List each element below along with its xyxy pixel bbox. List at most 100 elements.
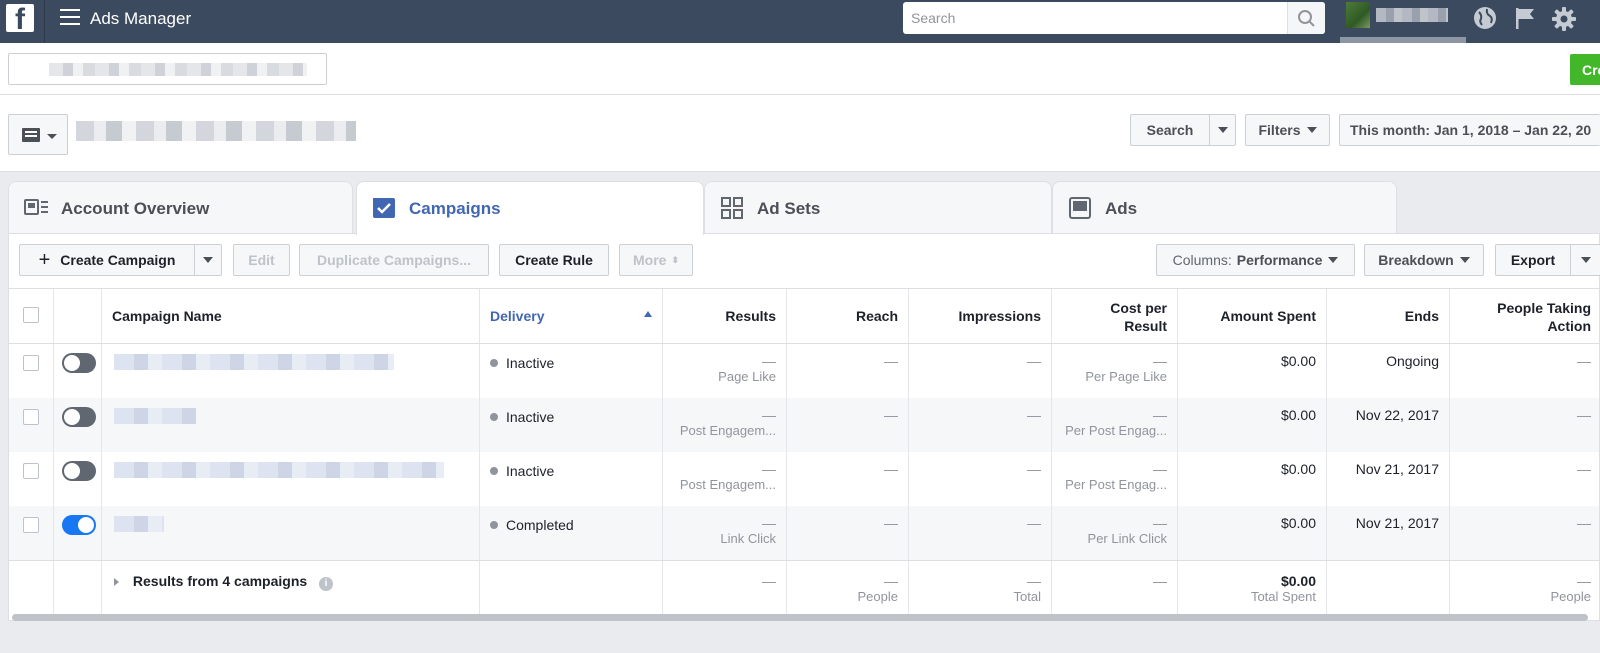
row-checkbox-cell: [9, 452, 54, 506]
create-campaign-button[interactable]: + Create Campaign: [19, 244, 195, 276]
flag-icon[interactable]: [1513, 6, 1537, 30]
campaign-toggle[interactable]: [62, 407, 96, 427]
horizontal-scrollbar[interactable]: [8, 612, 1598, 622]
status-dot: [490, 413, 498, 421]
export-dropdown[interactable]: [1570, 244, 1600, 276]
row-checkbox[interactable]: [23, 355, 39, 371]
status-dot: [490, 467, 498, 475]
date-range-picker[interactable]: This month: Jan 1, 2018 – Jan 22, 20: [1339, 114, 1600, 146]
account-bar: Cre: [0, 43, 1600, 95]
view-title-redacted: [76, 121, 356, 141]
row-checkbox-cell: [9, 344, 54, 398]
search-filter-button[interactable]: Search: [1130, 114, 1210, 146]
reach-cell: —: [787, 506, 909, 560]
search-dropdown-button[interactable]: [1209, 114, 1236, 146]
topbar-divider: [44, 0, 45, 43]
duplicate-campaigns-button[interactable]: Duplicate Campaigns...: [299, 244, 489, 276]
globe-icon[interactable]: [1473, 6, 1497, 30]
cost-per-result-cell: — Per Post Engag...: [1052, 398, 1178, 452]
table-row[interactable]: Completed — Link Click — — — Per Link Click $0.…: [9, 506, 1599, 560]
campaign-toggle[interactable]: [62, 353, 96, 373]
edit-button[interactable]: Edit: [233, 244, 290, 276]
table-row[interactable]: Inactive — Post Engagem... — — — Per Post Enga…: [9, 452, 1599, 506]
header-cost-per-result[interactable]: Cost per Result: [1052, 289, 1178, 343]
account-selector[interactable]: [8, 53, 327, 85]
ends-cell: Nov 21, 2017: [1327, 506, 1450, 560]
tab-account-overview-label: Account Overview: [61, 199, 210, 218]
campaign-name-redacted[interactable]: [114, 462, 444, 478]
campaign-name-cell[interactable]: [102, 344, 480, 398]
impressions-cell: —: [909, 452, 1052, 506]
status-dot: [490, 359, 498, 367]
delivery-cell: Completed: [480, 506, 663, 560]
row-checkbox[interactable]: [23, 409, 39, 425]
results-cell: — Link Click: [663, 506, 787, 560]
chevron-down-icon: [203, 257, 213, 263]
campaign-name-cell[interactable]: [102, 506, 480, 560]
table-toolbar: + Create Campaign Edit Duplicate Campaign…: [9, 234, 1600, 288]
row-toggle-cell: [54, 452, 102, 506]
export-button[interactable]: Export: [1495, 244, 1571, 276]
facebook-logo-icon[interactable]: f: [6, 4, 34, 32]
columns-button[interactable]: Columns: Performance: [1156, 244, 1355, 276]
table-header: Campaign Name Delivery Results Reach Imp…: [9, 289, 1599, 344]
info-icon[interactable]: i: [319, 577, 334, 591]
tab-account-overview[interactable]: Account Overview: [8, 181, 353, 234]
campaign-name-redacted[interactable]: [114, 516, 164, 532]
header-toggle-cell: [54, 289, 102, 343]
avatar[interactable]: [1346, 2, 1370, 28]
tab-campaigns-label: Campaigns: [409, 199, 501, 218]
impressions-cell: —: [909, 344, 1052, 398]
cost-per-result-cell: — Per Page Like: [1052, 344, 1178, 398]
tab-ad-sets[interactable]: Ad Sets: [704, 181, 1052, 234]
header-results[interactable]: Results: [663, 289, 787, 343]
results-summary-label: Results from 4 campaigns: [132, 573, 308, 589]
expand-arrow-icon[interactable]: [114, 578, 119, 586]
row-toggle-cell: [54, 398, 102, 452]
create-button[interactable]: Cre: [1570, 54, 1600, 85]
results-cell: — Page Like: [663, 344, 787, 398]
ends-cell: Nov 22, 2017: [1327, 398, 1450, 452]
create-rule-button[interactable]: Create Rule: [499, 244, 609, 276]
tab-ads[interactable]: Ads: [1052, 181, 1397, 234]
table-row[interactable]: Inactive — Page Like — — — Per Page Like $0.00 O…: [9, 344, 1599, 398]
header-delivery[interactable]: Delivery: [480, 289, 663, 343]
row-checkbox[interactable]: [23, 517, 39, 533]
gear-icon[interactable]: [1551, 6, 1576, 31]
scrollbar-thumb[interactable]: [12, 614, 1588, 621]
row-checkbox[interactable]: [23, 463, 39, 479]
reach-cell: —: [787, 344, 909, 398]
header-ends[interactable]: Ends: [1327, 289, 1450, 343]
global-search-input[interactable]: [911, 8, 1271, 28]
campaign-toggle[interactable]: [62, 515, 96, 535]
results-summary-row: Results from 4 campaigns i — — People — To…: [9, 560, 1599, 620]
header-reach[interactable]: Reach: [787, 289, 909, 343]
delivery-cell: Inactive: [480, 398, 663, 452]
more-button[interactable]: More ⬍: [619, 244, 693, 276]
results-cell: — Post Engagem...: [663, 398, 787, 452]
campaign-name-cell[interactable]: [102, 398, 480, 452]
campaign-name-redacted[interactable]: [114, 408, 196, 424]
filters-button[interactable]: Filters: [1245, 114, 1330, 146]
user-name-redacted[interactable]: [1376, 8, 1448, 22]
menu-icon[interactable]: [60, 9, 80, 25]
impressions-cell: —: [909, 506, 1052, 560]
row-checkbox-cell: [9, 398, 54, 452]
select-all-checkbox[interactable]: [23, 307, 39, 323]
header-impressions[interactable]: Impressions: [909, 289, 1052, 343]
table-row[interactable]: Inactive — Post Engagem... — — — Per Post Enga…: [9, 398, 1599, 452]
tab-campaigns[interactable]: Campaigns: [356, 181, 704, 235]
header-campaign-name[interactable]: Campaign Name: [102, 289, 480, 343]
search-icon[interactable]: [1287, 2, 1325, 34]
create-campaign-dropdown[interactable]: [194, 244, 222, 276]
header-amount-spent[interactable]: Amount Spent: [1178, 289, 1327, 343]
campaign-toggle[interactable]: [62, 461, 96, 481]
saved-views-button[interactable]: [8, 114, 68, 155]
campaign-name-redacted[interactable]: [114, 354, 394, 370]
campaign-name-cell[interactable]: [102, 452, 480, 506]
breakdown-button[interactable]: Breakdown: [1364, 244, 1484, 276]
tab-ad-sets-label: Ad Sets: [757, 199, 821, 218]
tab-ads-label: Ads: [1105, 199, 1138, 218]
reach-cell: —: [787, 452, 909, 506]
header-people-taking-action[interactable]: People Taking Action: [1450, 289, 1600, 343]
